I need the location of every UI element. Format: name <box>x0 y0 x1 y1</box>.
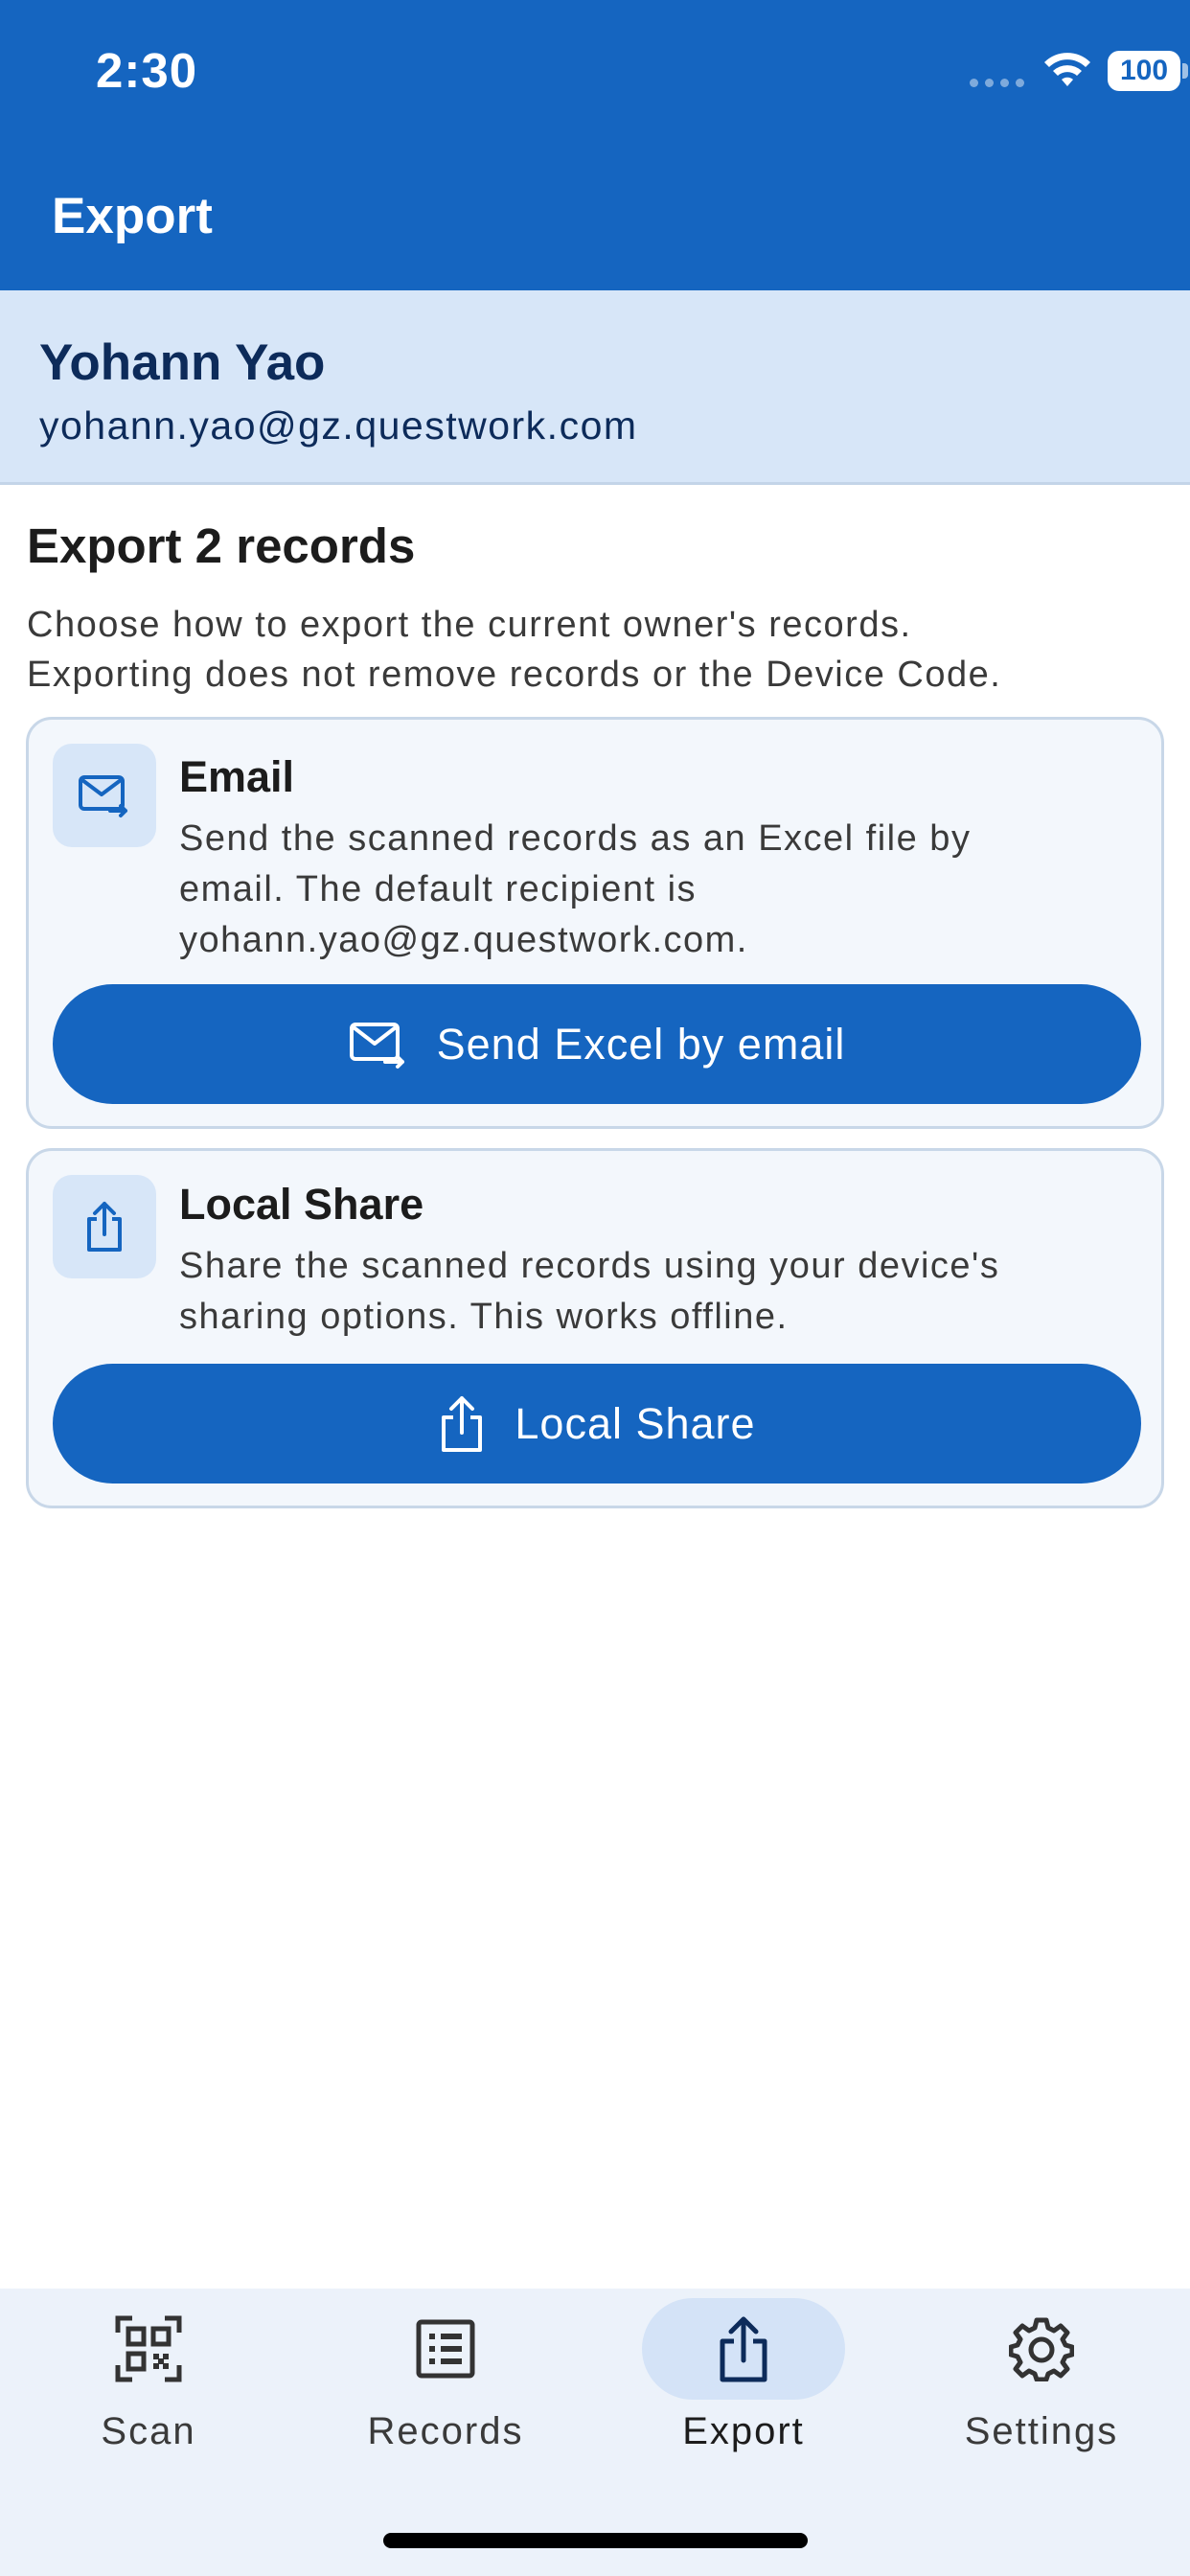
email-card-text-line: email. The default recipient is <box>179 869 698 909</box>
send-excel-email-button[interactable]: Send Excel by email <box>53 984 1141 1104</box>
export-description: Choose how to export the current owner's… <box>27 600 1177 700</box>
top-bar: 2:30 100 Export <box>0 0 1190 290</box>
email-card-description: Send the scanned records as an Excel fil… <box>179 814 1137 966</box>
cellular-signal-icon <box>970 79 1024 87</box>
email-card-title: Email <box>179 752 295 801</box>
wifi-icon <box>1044 53 1090 86</box>
local-share-card: Local Share Share the scanned records us… <box>26 1148 1164 1508</box>
local-share-button[interactable]: Local Share <box>53 1364 1141 1484</box>
battery-tip <box>1182 63 1188 79</box>
export-description-line: Choose how to export the current owner's… <box>27 605 912 645</box>
local-share-card-text-line: Share the scanned records using your dev… <box>179 1246 1000 1286</box>
email-card-text-line: Send the scanned records as an Excel fil… <box>179 818 972 859</box>
nav-label-settings: Settings <box>964 2410 1119 2452</box>
nav-label-export: Export <box>682 2410 805 2452</box>
nav-label-records: Records <box>367 2410 524 2452</box>
export-screen: 2:30 100 Export Yohann Yao yohann.yao@gz… <box>0 0 1190 2576</box>
owner-email: yohann.yao@gz.questwork.com <box>39 403 638 448</box>
battery-icon: 100 <box>1108 51 1180 91</box>
local-share-card-text-line: sharing options. This works offline. <box>179 1297 789 1337</box>
mail-forward-icon <box>349 1022 404 1069</box>
mail-forward-icon <box>53 744 156 847</box>
email-card-text-line: yohann.yao@gz.questwork.com. <box>179 920 748 960</box>
nav-item-scan[interactable]: Scan <box>0 2288 297 2509</box>
page-title: Export <box>52 188 213 244</box>
export-heading: Export 2 records <box>27 518 416 573</box>
list-icon <box>344 2298 547 2400</box>
local-share-card-description: Share the scanned records using your dev… <box>179 1241 1137 1343</box>
gear-icon <box>940 2298 1143 2400</box>
qr-code-icon <box>47 2298 250 2400</box>
send-excel-email-label: Send Excel by email <box>436 1019 846 1069</box>
share-icon <box>642 2298 845 2400</box>
share-icon <box>53 1175 156 1278</box>
owner-name: Yohann Yao <box>39 334 326 391</box>
share-icon <box>442 1395 483 1452</box>
export-description-line: Exporting does not remove records or the… <box>27 655 1002 695</box>
home-indicator <box>383 2533 808 2548</box>
email-card: Email Send the scanned records as an Exc… <box>26 717 1164 1129</box>
nav-item-records[interactable]: Records <box>297 2288 594 2509</box>
status-time: 2:30 <box>96 43 198 98</box>
status-indicators: 100 <box>903 48 1190 96</box>
nav-item-settings[interactable]: Settings <box>893 2288 1190 2509</box>
local-share-card-title: Local Share <box>179 1180 424 1229</box>
owner-banner: Yohann Yao yohann.yao@gz.questwork.com <box>0 290 1190 485</box>
nav-item-export[interactable]: Export <box>595 2288 892 2509</box>
nav-label-scan: Scan <box>101 2410 196 2452</box>
local-share-label: Local Share <box>515 1398 756 1448</box>
